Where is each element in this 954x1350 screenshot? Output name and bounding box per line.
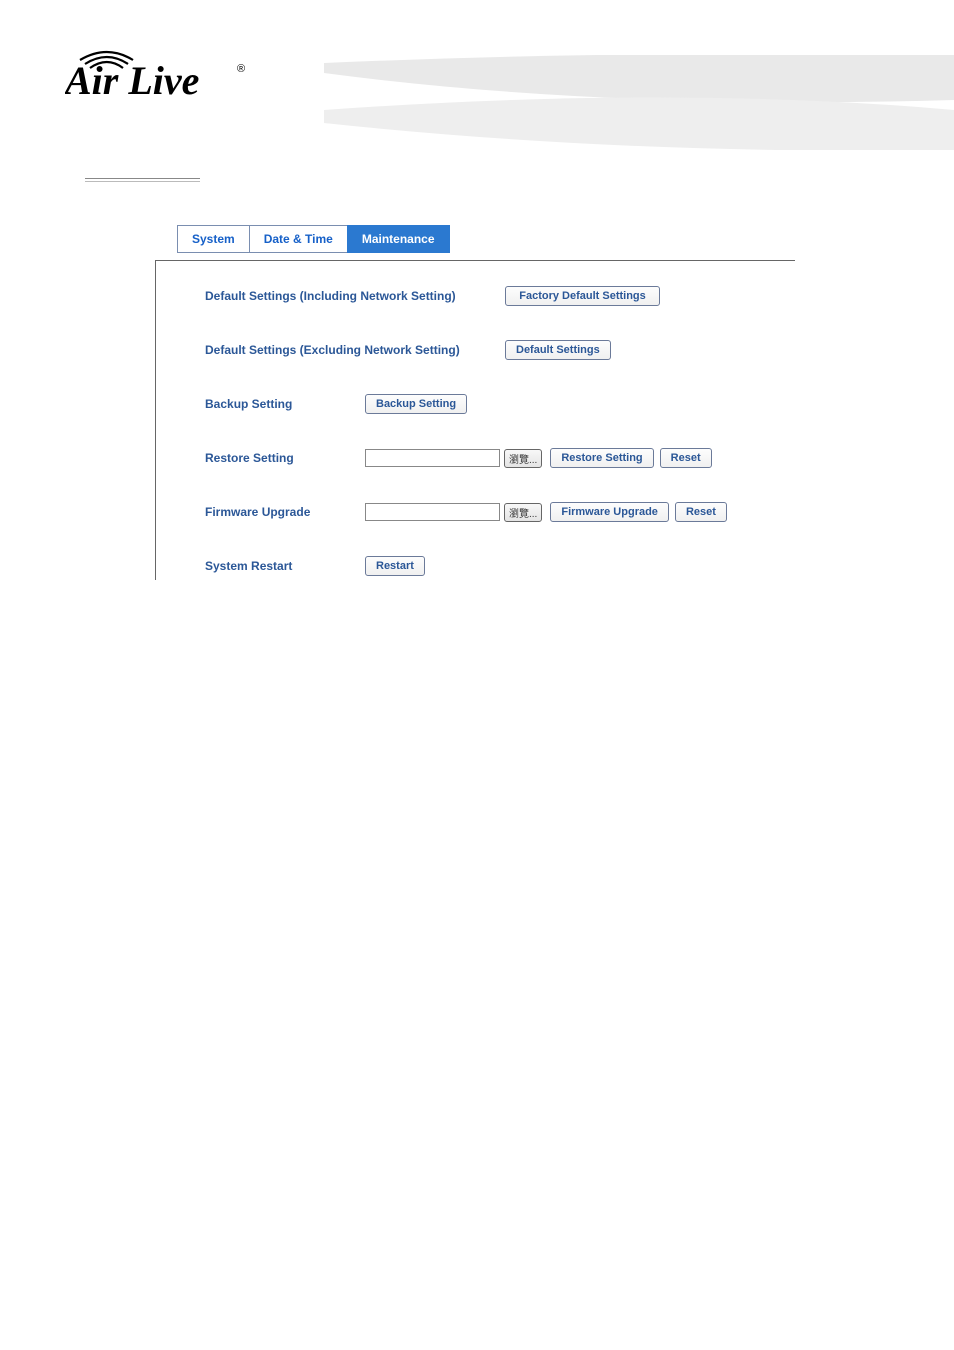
firmware-file-input[interactable] — [365, 503, 500, 521]
header-swoosh — [324, 55, 954, 150]
firmware-action-button[interactable]: Firmware Upgrade — [550, 502, 669, 522]
restore-browse-button[interactable]: 瀏覽... — [504, 449, 542, 468]
maintenance-panel: Default Settings (Including Network Sett… — [205, 285, 780, 609]
backup-button[interactable]: Backup Setting — [365, 394, 467, 414]
firmware-browse-button[interactable]: 瀏覽... — [504, 503, 542, 522]
svg-text:®: ® — [237, 63, 245, 75]
row-backup: Backup Setting Backup Setting — [205, 393, 780, 415]
row-default-excl: Default Settings (Excluding Network Sett… — [205, 339, 780, 361]
tab-maintenance[interactable]: Maintenance — [347, 225, 450, 253]
tab-date-time[interactable]: Date & Time — [249, 225, 348, 253]
restart-button[interactable]: Restart — [365, 556, 425, 576]
svg-text:Air Live: Air Live — [65, 58, 199, 102]
row-restart: System Restart Restart — [205, 555, 780, 577]
tab-bar: System Date & Time Maintenance — [177, 225, 449, 253]
row-factory-default: Default Settings (Including Network Sett… — [205, 285, 780, 307]
page-header: Air Live ® — [0, 0, 954, 185]
label-backup: Backup Setting — [205, 397, 365, 411]
restore-reset-button[interactable]: Reset — [660, 448, 712, 468]
factory-default-button[interactable]: Factory Default Settings — [505, 286, 660, 306]
label-restore: Restore Setting — [205, 451, 365, 465]
label-restart: System Restart — [205, 559, 365, 573]
label-default-excl: Default Settings (Excluding Network Sett… — [205, 343, 505, 357]
label-factory-default: Default Settings (Including Network Sett… — [205, 289, 505, 303]
label-firmware: Firmware Upgrade — [205, 505, 365, 519]
tab-system[interactable]: System — [177, 225, 250, 253]
row-restore: Restore Setting 瀏覽... Restore Setting Re… — [205, 447, 780, 469]
default-settings-button[interactable]: Default Settings — [505, 340, 611, 360]
brand-logo: Air Live ® — [65, 42, 265, 105]
logo-svg: Air Live ® — [65, 42, 255, 102]
firmware-reset-button[interactable]: Reset — [675, 502, 727, 522]
restore-action-button[interactable]: Restore Setting — [550, 448, 653, 468]
row-firmware: Firmware Upgrade 瀏覽... Firmware Upgrade … — [205, 501, 780, 523]
header-underline — [85, 178, 200, 182]
restore-file-input[interactable] — [365, 449, 500, 467]
